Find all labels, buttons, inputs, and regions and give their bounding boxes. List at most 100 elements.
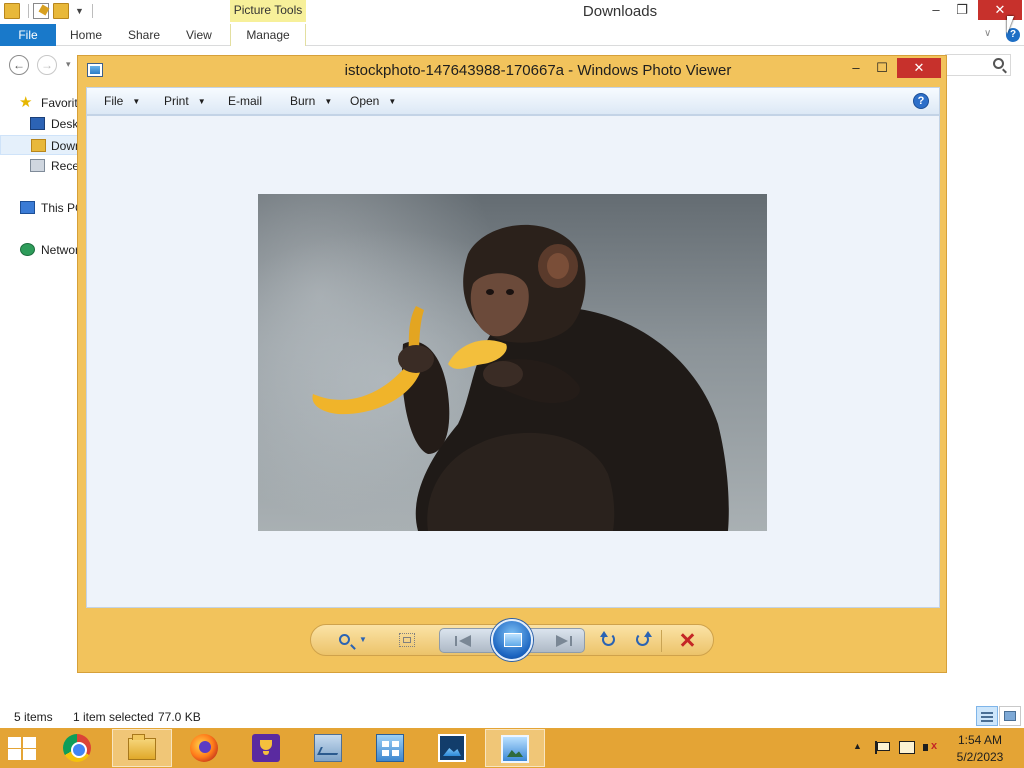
clock-date[interactable]: 5/2/2023 — [938, 750, 1022, 764]
explorer-ribbon-tabs: File Home Share View Manage ∨ ? — [0, 24, 1024, 46]
actual-size-icon[interactable] — [399, 633, 415, 647]
toolbar-divider — [28, 4, 29, 18]
taskbar-trophy-app[interactable] — [237, 729, 297, 767]
nav-item-label: This PC — [41, 201, 80, 215]
selection-size: 77.0 KB — [158, 710, 201, 724]
clock-time[interactable]: 1:54 AM — [938, 733, 1022, 747]
explorer-search-box[interactable] — [945, 54, 1011, 76]
properties-icon[interactable] — [33, 3, 49, 19]
rotate-arrowhead — [644, 631, 652, 637]
menu-print[interactable]: Print ▼ — [164, 88, 206, 114]
menu-label: Open — [350, 94, 380, 108]
windows-logo-icon — [23, 749, 36, 760]
item-count: 5 items — [14, 710, 53, 724]
mouse-cursor-icon — [1007, 16, 1019, 34]
start-button[interactable] — [8, 737, 38, 761]
rotate-clockwise-icon[interactable] — [635, 631, 652, 651]
tab-view[interactable]: View — [186, 24, 212, 46]
taskbar-performance-monitor[interactable] — [299, 729, 359, 767]
dropdown-arrow-icon: ▼ — [132, 97, 141, 106]
windows-logo-icon — [8, 737, 21, 748]
nav-item-downloads[interactable]: Downloads — [0, 135, 80, 155]
network-status-icon[interactable] — [899, 741, 915, 754]
performance-monitor-icon — [314, 734, 342, 762]
explorer-minimize-button[interactable]: – — [923, 0, 949, 20]
image-canvas[interactable] — [86, 115, 940, 608]
viewer-close-button[interactable]: ✕ — [897, 58, 941, 78]
toolbar-divider — [91, 4, 93, 18]
star-icon: ★ — [19, 94, 33, 111]
taskbar: ▲ 1:54 AM 5/2/2023 — [0, 728, 1024, 768]
recent-locations-dropdown[interactable]: ▾ — [66, 59, 71, 70]
desktop-icon — [30, 117, 45, 130]
search-icon — [993, 58, 1004, 69]
expand-ribbon-chevron-icon[interactable]: ∨ — [984, 28, 991, 39]
viewer-maximize-button[interactable]: ☐ — [868, 58, 896, 78]
large-icons-view-icon — [1004, 711, 1016, 721]
zoom-button[interactable]: ▼ — [337, 631, 371, 651]
nav-item-favorites[interactable]: ★ Favorites — [0, 93, 80, 113]
system-tray: ▲ 1:54 AM 5/2/2023 — [850, 728, 1024, 768]
menu-file[interactable]: File ▼ — [104, 88, 140, 114]
details-view-button[interactable] — [976, 706, 998, 726]
nav-item-recent-places[interactable]: Recent places — [0, 156, 80, 176]
computer-icon — [20, 201, 35, 214]
rotate-counterclockwise-icon[interactable] — [600, 631, 617, 651]
menu-label: Burn — [290, 94, 316, 108]
selection-count: 1 item selected — [73, 710, 154, 724]
menu-label: E-mail — [228, 94, 263, 108]
nav-item-desktop[interactable]: Desktop — [0, 114, 80, 134]
taskbar-windows-photo-viewer[interactable] — [485, 729, 545, 767]
slide-show-button[interactable] — [491, 619, 533, 661]
tab-home[interactable]: Home — [70, 24, 102, 46]
photo-viewer-app-icon[interactable] — [87, 63, 103, 77]
delete-icon[interactable] — [679, 631, 695, 651]
dropdown-arrow-icon: ▼ — [324, 97, 333, 106]
trophy-icon — [252, 734, 280, 762]
taskbar-chrome[interactable] — [48, 729, 108, 767]
file-explorer-icon — [128, 734, 156, 760]
nav-item-label: Recent places — [51, 159, 80, 173]
tab-file[interactable]: File — [0, 24, 56, 46]
taskbar-firefox[interactable] — [175, 729, 235, 767]
quick-access-toolbar: ▼ — [0, 3, 93, 19]
tab-share[interactable]: Share — [128, 24, 160, 46]
photo-viewer-icon — [501, 735, 529, 763]
back-button[interactable]: ← — [9, 55, 29, 75]
viewer-menu-bar: File ▼ Print ▼ E-mail Burn ▼ Open ▼ ? — [86, 87, 940, 115]
show-hidden-icons-chevron-icon[interactable]: ▲ — [853, 741, 862, 751]
dropdown-arrow-icon: ▼ — [359, 635, 367, 644]
previous-icon[interactable] — [455, 634, 475, 648]
downloads-folder-icon — [31, 139, 46, 152]
menu-burn[interactable]: Burn ▼ — [290, 88, 332, 114]
details-view-icon — [981, 712, 993, 714]
large-icons-view-button[interactable] — [999, 706, 1021, 726]
taskbar-file-explorer[interactable] — [112, 729, 172, 767]
explorer-status-bar: 5 items 1 item selected 77.0 KB — [0, 706, 1024, 728]
nav-item-this-pc[interactable]: This PC — [0, 198, 80, 218]
action-center-flag-icon[interactable] — [875, 741, 890, 754]
dropdown-arrow-icon: ▼ — [197, 97, 206, 106]
taskbar-control-panel[interactable] — [361, 729, 421, 767]
menu-open[interactable]: Open ▼ — [350, 88, 396, 114]
nav-item-network[interactable]: Network — [0, 240, 80, 260]
explorer-navigation-pane: ★ Favorites Desktop Downloads Recent pla… — [0, 88, 80, 688]
taskbar-photos[interactable] — [423, 729, 483, 767]
viewer-minimize-button[interactable]: – — [842, 58, 870, 78]
volume-muted-icon[interactable] — [923, 740, 939, 755]
menu-email[interactable]: E-mail — [228, 88, 262, 114]
folder-icon[interactable] — [4, 3, 20, 19]
explorer-titlebar: ▼ Picture Tools Downloads – ❐ ✕ — [0, 0, 1024, 24]
viewer-help-icon[interactable]: ? — [913, 93, 929, 109]
menu-label: Print — [164, 94, 189, 108]
tab-manage[interactable]: Manage — [230, 24, 306, 46]
explorer-window-title: Downloads — [582, 3, 658, 20]
network-icon — [20, 243, 35, 256]
explorer-restore-button[interactable]: ❐ — [949, 0, 975, 20]
forward-button[interactable]: → — [37, 55, 57, 75]
new-folder-icon[interactable] — [53, 3, 69, 19]
customize-toolbar-dropdown[interactable]: ▼ — [75, 6, 84, 16]
next-icon[interactable] — [552, 634, 572, 648]
chimpanzee-eating-banana-photo[interactable] — [258, 194, 767, 531]
chrome-icon — [63, 734, 91, 762]
